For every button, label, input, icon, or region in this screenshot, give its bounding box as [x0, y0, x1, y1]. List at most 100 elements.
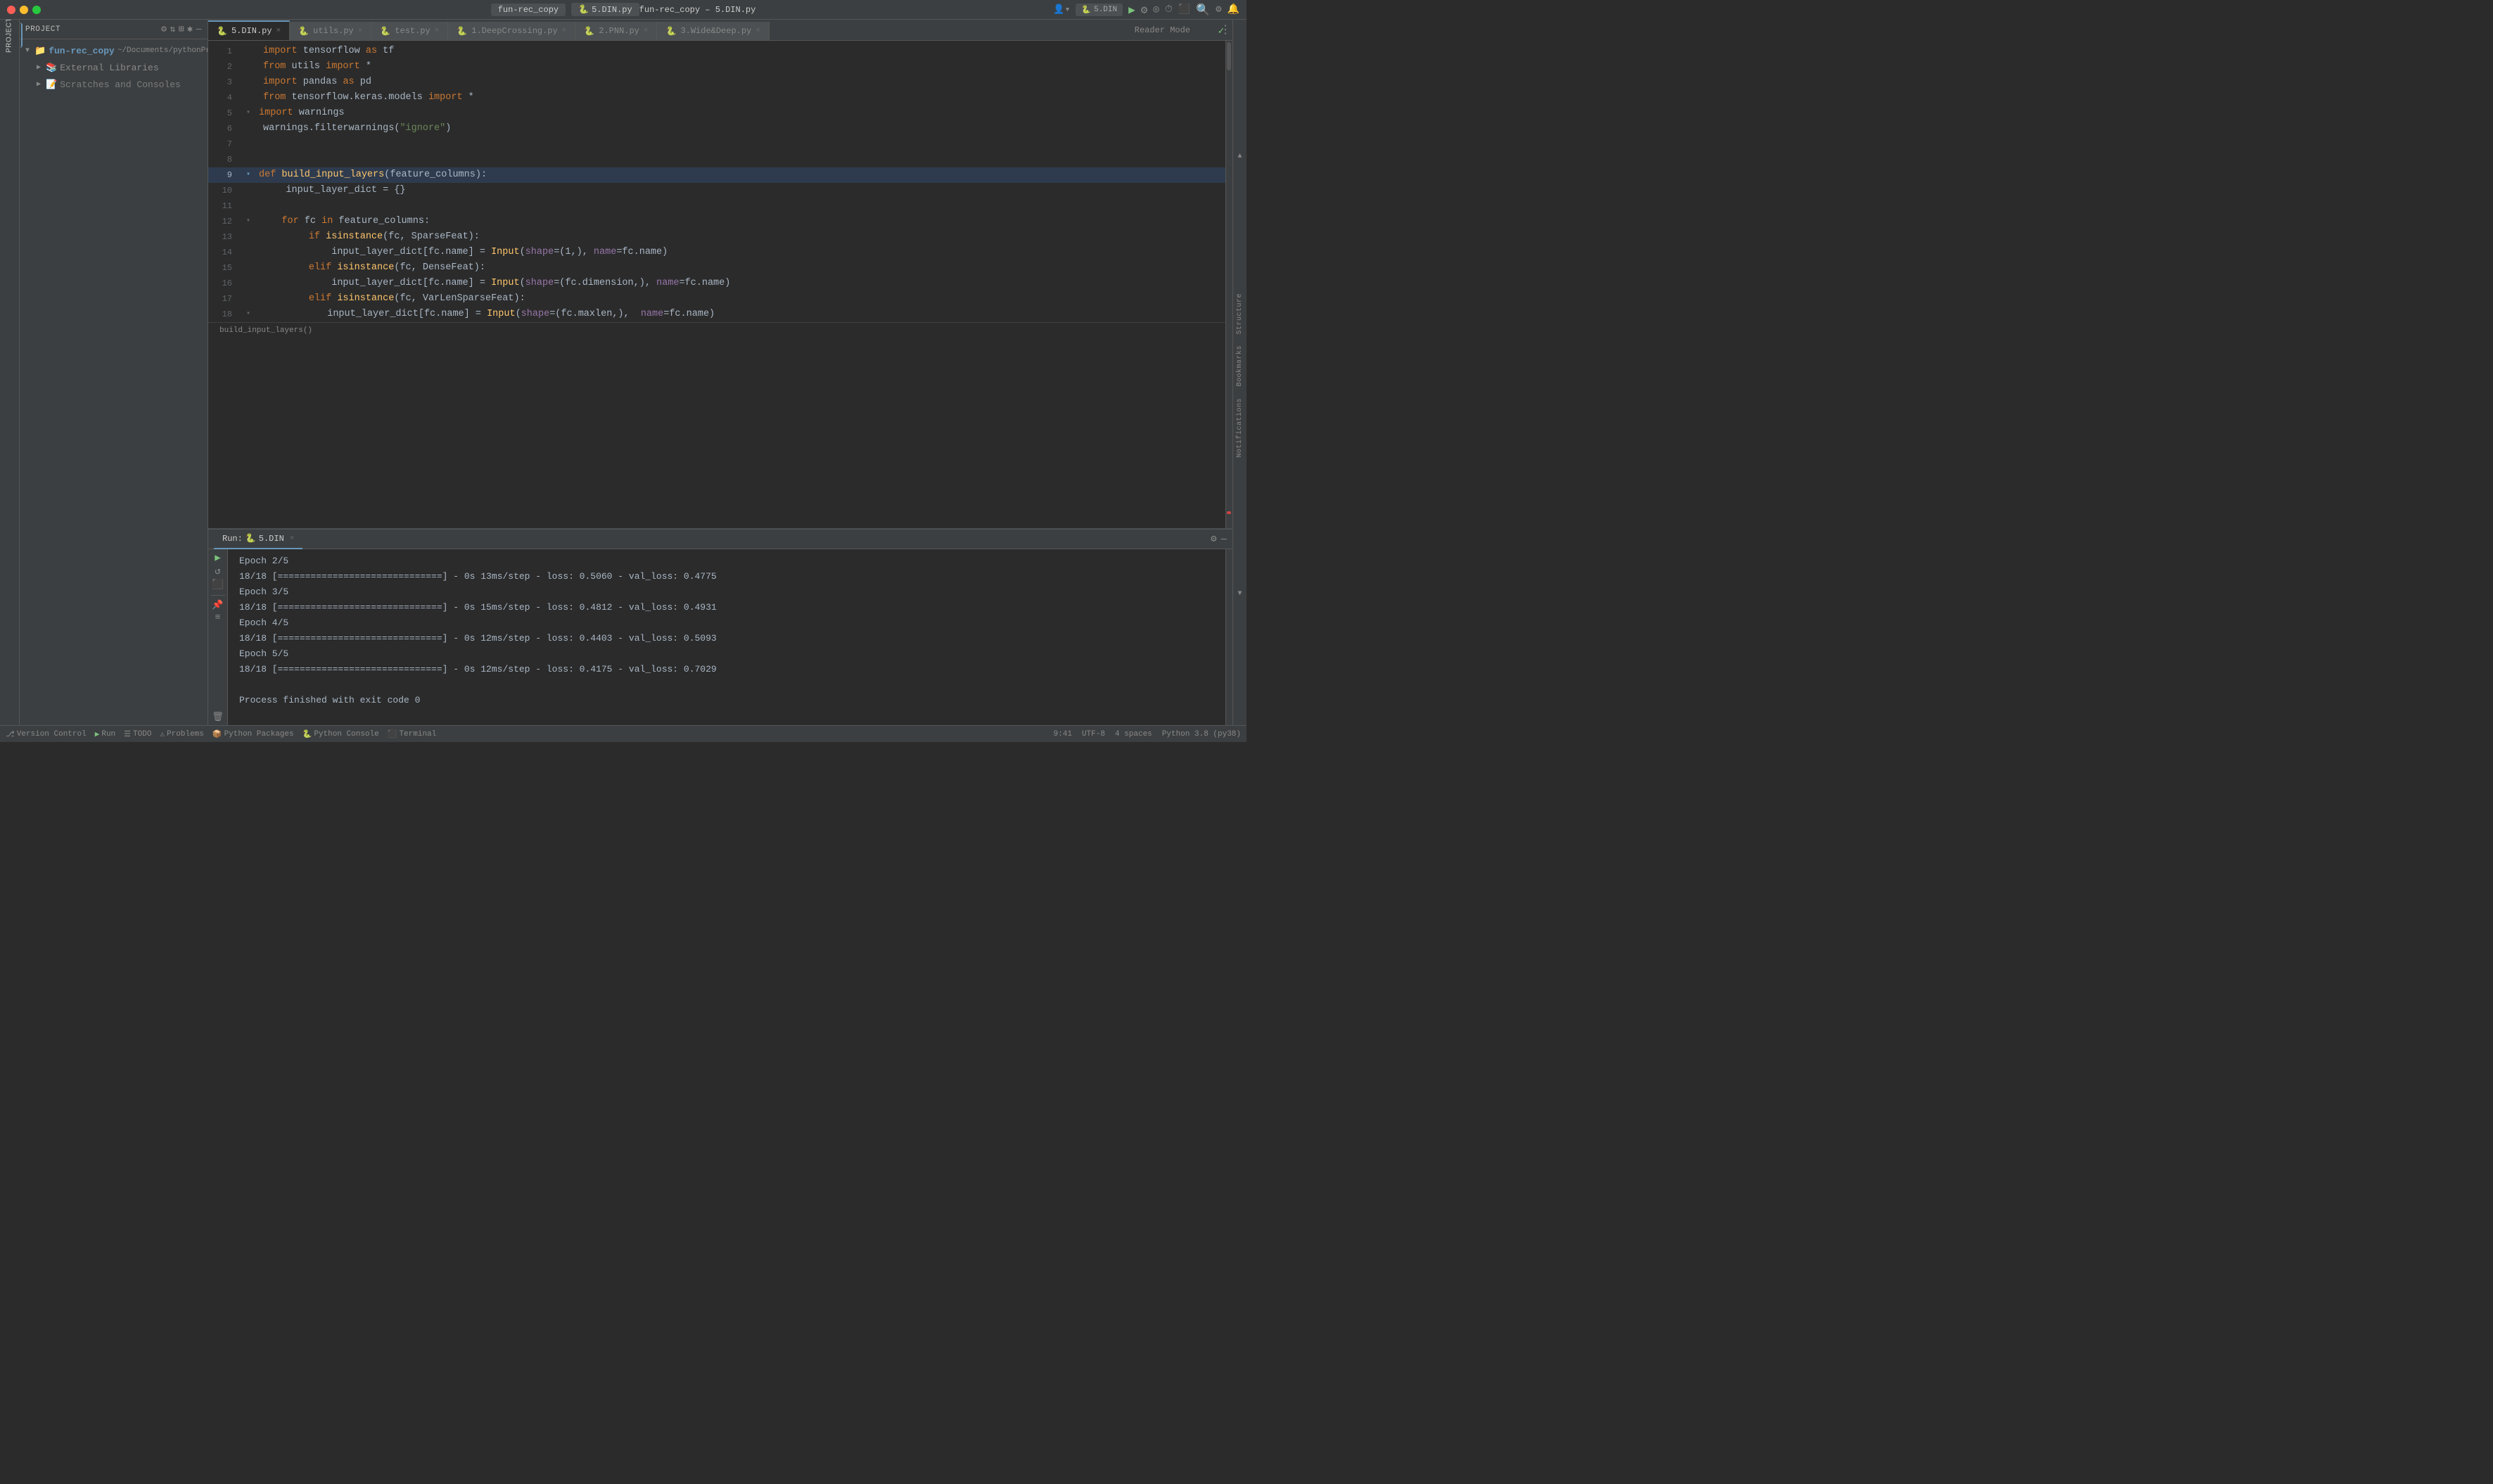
sidebar-settings-icon[interactable]: ⚙: [161, 24, 167, 34]
project-view-icon[interactable]: Project: [0, 23, 23, 48]
terminal-label: Terminal: [399, 730, 436, 738]
run-config-name: 5.DIN: [259, 534, 284, 544]
tab-py-icon-3: 🐍: [380, 26, 390, 37]
problems-status[interactable]: ⚠ Problems: [160, 729, 203, 739]
code-line-11: 11: [208, 198, 1225, 214]
code-editor[interactable]: 1 import tensorflow as tf 2 from utils i…: [208, 41, 1225, 528]
run-list-icon[interactable]: ≡: [215, 612, 221, 622]
tab-py-icon-2: 🐍: [298, 26, 309, 37]
search-everywhere-icon[interactable]: 🔍: [1196, 3, 1210, 17]
run-play-icon[interactable]: ▶: [215, 552, 220, 564]
terminal-icon: ⬛: [388, 729, 397, 739]
bottom-close-icon[interactable]: —: [1221, 534, 1227, 545]
bookmarks-side-tab[interactable]: Bookmarks: [1235, 340, 1245, 392]
structure-side-tab[interactable]: Structure: [1235, 288, 1245, 340]
fold-icon-12[interactable]: ▾: [243, 214, 253, 229]
reader-mode-label: Reader Mode: [1135, 20, 1190, 41]
tab-close-button[interactable]: ×: [276, 27, 281, 35]
vertical-scrollbar[interactable]: [1225, 41, 1232, 528]
run-config-button[interactable]: 🐍 5.DIN: [1076, 4, 1123, 16]
scrollbar-thumb[interactable]: [1227, 42, 1231, 70]
run-trash-icon[interactable]: 🗑: [212, 712, 224, 722]
tab-py-icon-6: 🐍: [665, 26, 676, 37]
run-rerun-icon[interactable]: ↺: [215, 565, 220, 577]
run-tab-close-icon[interactable]: ×: [290, 535, 295, 543]
file-icon: 🐍: [578, 4, 589, 15]
tab-deepcrossing[interactable]: 🐍 1.DeepCrossing.py ×: [448, 22, 575, 40]
output-epoch-3-progress: 18/18 [==============================] -…: [239, 600, 1214, 615]
code-line-9: 9 ▾ def build_input_layers(feature_colum…: [208, 167, 1225, 183]
tab-label: 5.DIN.py: [231, 26, 272, 36]
profile-icon[interactable]: ⏱: [1165, 4, 1173, 15]
todo-status[interactable]: ☰ TODO: [124, 729, 151, 739]
sidebar-sort-icon[interactable]: ⇅: [170, 24, 175, 34]
sidebar-gear-icon[interactable]: ✱: [187, 24, 193, 34]
tab-utils[interactable]: 🐍 utils.py ×: [290, 22, 371, 40]
notifications-side-tab[interactable]: Notifications: [1235, 392, 1245, 463]
tab-close-button-4[interactable]: ×: [562, 27, 567, 35]
version-control-icon: ⎇: [6, 729, 15, 739]
right-side-tabs: ▲ Structure Bookmarks Notifications ▼: [1232, 20, 1246, 725]
status-encoding: UTF-8: [1082, 730, 1105, 738]
sidebar-collapse-icon[interactable]: —: [196, 24, 202, 34]
traffic-lights: [7, 6, 41, 14]
right-scrollbar-up[interactable]: ▲: [1237, 25, 1242, 288]
run-stop-icon[interactable]: ⬛: [212, 579, 224, 591]
run-tab[interactable]: Run: 🐍 5.DIN ×: [214, 530, 302, 549]
tab-pnn[interactable]: 🐍 2.PNN.py ×: [575, 22, 657, 40]
debug-icon[interactable]: ⚙: [1141, 3, 1148, 17]
run-status-icon: ▶: [95, 729, 100, 739]
maximize-button[interactable]: [32, 6, 41, 14]
run-icon[interactable]: ▶: [1128, 3, 1135, 17]
version-control-status[interactable]: ⎇ Version Control: [6, 729, 87, 739]
coverage-icon[interactable]: ◎: [1153, 4, 1159, 15]
project-tab[interactable]: fun-rec_copy: [491, 4, 566, 16]
tab-close-button-3[interactable]: ×: [435, 27, 440, 35]
tab-close-button-2[interactable]: ×: [358, 27, 363, 35]
run-status[interactable]: ▶ Run: [95, 729, 115, 739]
tab-widedeep[interactable]: 🐍 3.Wide&Deep.py ×: [657, 22, 769, 40]
sidebar-filter-icon[interactable]: ⊞: [179, 24, 184, 34]
tab-label-2: utils.py: [313, 26, 354, 36]
python-packages-status[interactable]: 📦 Python Packages: [212, 729, 294, 739]
tab-close-button-5[interactable]: ×: [644, 27, 649, 35]
folder-icon: 📁: [34, 46, 46, 56]
settings-icon[interactable]: ⚙: [1216, 4, 1221, 15]
run-config-icon: 🐍: [246, 533, 256, 544]
code-line-12: 12 ▾ for fc in feature_columns:: [208, 214, 1225, 229]
code-line-2: 2 from utils import *: [208, 59, 1225, 75]
tab-close-button-6[interactable]: ×: [755, 27, 760, 35]
fold-icon-18[interactable]: ▾: [243, 307, 253, 322]
output-epoch-5-progress: 18/18 [==============================] -…: [239, 662, 1214, 677]
terminal-status[interactable]: ⬛ Terminal: [388, 729, 437, 739]
tab-label-5: 2.PNN.py: [599, 26, 639, 36]
fold-icon-9[interactable]: ▾: [243, 167, 253, 183]
tab-5din[interactable]: 🐍 5.DIN.py ×: [208, 20, 290, 40]
more-tabs-icon[interactable]: ⋮: [1220, 23, 1231, 37]
output-epoch-4-header: Epoch 4/5: [239, 615, 1214, 631]
right-scrollbar-down[interactable]: ▼: [1237, 463, 1242, 725]
chevron-down-icon: ▼: [25, 47, 30, 55]
stop-icon[interactable]: ⬛: [1178, 4, 1190, 15]
tree-item-external-libraries[interactable]: ▶ 📚 External Libraries: [20, 59, 208, 76]
output-epoch-4-progress: 18/18 [==============================] -…: [239, 631, 1214, 646]
run-status-label: Run: [101, 730, 115, 738]
bottom-settings-icon[interactable]: ⚙: [1211, 533, 1216, 545]
tab-label-6: 3.Wide&Deep.py: [680, 26, 751, 36]
file-tab[interactable]: 🐍 5.DIN.py: [571, 3, 639, 16]
notification-icon[interactable]: 🔔: [1228, 4, 1239, 15]
close-button[interactable]: [7, 6, 15, 14]
fold-icon-5[interactable]: ▾: [243, 105, 253, 121]
account-icon[interactable]: 👤▾: [1053, 4, 1070, 15]
tree-item-fun-rec-copy[interactable]: ▼ 📁 fun-rec_copy ~/Documents/pythonProje…: [20, 42, 208, 59]
output-scrollbar[interactable]: [1225, 549, 1232, 725]
code-line-17: 17 elif isinstance(fc, VarLenSparseFeat)…: [208, 291, 1225, 307]
tree-item-scratches[interactable]: ▶ 📝 Scratches and Consoles: [20, 76, 208, 93]
python-console-status[interactable]: 🐍 Python Console: [302, 729, 379, 739]
titlebar: fun-rec_copy 🐍 5.DIN.py fun-rec_copy – 5…: [0, 0, 1246, 20]
run-pin-icon[interactable]: 📌: [212, 600, 223, 610]
activity-bar: Project: [0, 20, 20, 725]
tab-test[interactable]: 🐍 test.py ×: [371, 22, 448, 40]
chevron-right-icon: ▶: [37, 63, 41, 72]
minimize-button[interactable]: [20, 6, 28, 14]
